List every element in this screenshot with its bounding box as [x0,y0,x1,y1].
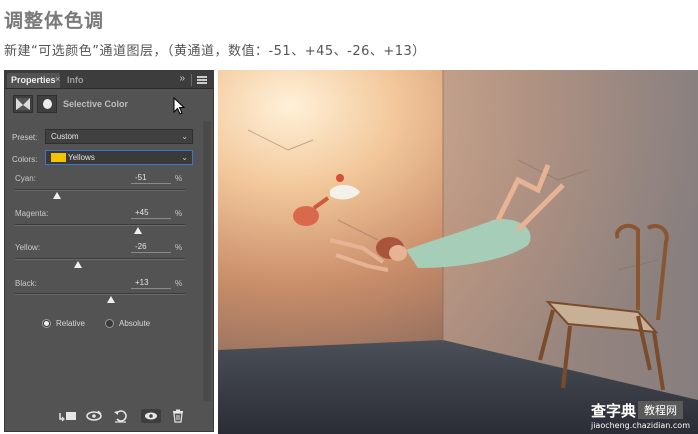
panel-tab-bar: Properties × Info » [5,71,213,89]
slider-label: Magenta: [15,209,49,218]
chevron-down-icon: ⌄ [181,132,188,141]
slider-value-input[interactable]: -51 [131,172,171,184]
adjustment-title: Selective Color [63,99,129,109]
properties-panel: Properties × Info » Selective Color Pres… [4,70,214,432]
mouse-cursor-icon [173,96,186,120]
slider-value-input[interactable]: -26 [131,241,171,253]
colors-value: Yellows [68,153,95,162]
delete-icon[interactable] [171,409,187,423]
tab-properties[interactable]: Properties [7,73,60,88]
slider-label: Cyan: [15,174,36,183]
slider-track[interactable] [15,224,185,226]
slider-unit: % [175,279,183,288]
slider-thumb[interactable] [107,296,116,303]
selective-color-icon[interactable] [13,95,33,113]
panel-bottom-bar [5,401,213,431]
slider-unit: % [175,174,183,183]
slider-track[interactable] [15,258,185,260]
absolute-radio[interactable] [105,319,114,328]
visibility-icon[interactable] [141,409,161,423]
panel-scrollbar[interactable] [203,121,211,401]
collapse-icon[interactable]: » [179,73,185,84]
panel-menu-icon[interactable] [197,76,207,84]
slider-track[interactable] [15,189,185,191]
slider-thumb[interactable] [134,227,143,234]
colors-label: Colors: [12,155,38,164]
clip-to-layer-icon[interactable] [59,409,76,423]
page-subtitle: 新建“可选颜色”通道图层，（黄通道，数值：-51、+45、-26、+13） [4,44,426,59]
slider-track[interactable] [15,293,185,295]
preset-dropdown[interactable]: Custom ⌄ [45,129,193,144]
layer-mask-icon[interactable] [37,95,57,113]
photo-preview: 查字典 教程网 jiaocheng.chazidian.com [218,70,698,434]
tab-divider [191,74,192,86]
slider-thumb[interactable] [73,261,82,268]
colors-dropdown[interactable]: Yellows ⌄ [45,150,193,165]
slider-value-input[interactable]: +45 [131,207,171,219]
watermark-url: jiaocheng.chazidian.com [590,421,690,430]
watermark-box: 教程网 [637,401,683,419]
preset-label: Preset: [12,133,38,142]
photo-illustration [218,70,698,434]
watermark-main: 查字典 [590,402,636,420]
preset-value: Custom [51,132,79,141]
slider-value-input[interactable]: +13 [131,277,171,289]
slider-label: Yellow: [15,243,41,252]
relative-label: Relative [56,319,85,328]
watermark: 查字典 教程网 jiaocheng.chazidian.com [591,400,690,430]
tab-info[interactable]: Info [63,73,88,88]
tab-close-icon[interactable]: × [55,74,60,84]
absolute-label: Absolute [119,319,151,328]
color-swatch [51,153,66,162]
reset-icon[interactable] [113,409,129,423]
view-previous-icon[interactable] [85,409,102,423]
slider-unit: % [175,209,183,218]
slider-thumb[interactable] [52,192,61,199]
slider-unit: % [175,243,183,252]
relative-radio[interactable] [42,319,51,328]
slider-label: Black: [15,279,37,288]
mask-dot-icon [43,99,52,109]
chevron-down-icon: ⌄ [181,153,188,162]
page-title: 调整体色调 [4,10,105,32]
